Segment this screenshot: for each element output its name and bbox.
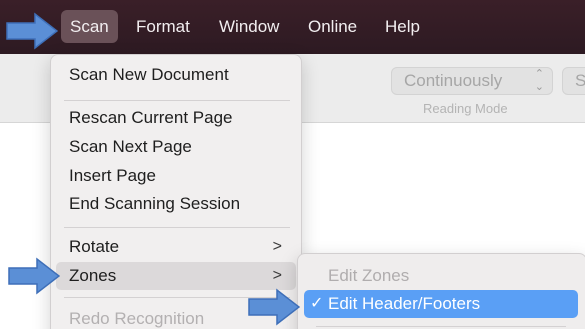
chevron-right-icon: > [272, 267, 282, 284]
menu-window[interactable]: Window [210, 10, 288, 43]
annotation-arrow-icon [8, 257, 60, 295]
menu-item-insert-page[interactable]: Insert Page [56, 162, 296, 190]
menu-item-scan-next-page[interactable]: Scan Next Page [56, 133, 296, 161]
submenu-item-edit-header-footers-label: Edit Header/Footers [328, 294, 481, 313]
menu-separator [316, 326, 566, 327]
checkmark-icon: ✓ [310, 295, 324, 312]
menu-item-rotate[interactable]: Rotate > [56, 233, 296, 261]
menu-scan[interactable]: Scan [61, 10, 118, 43]
menu-item-scan-new-document[interactable]: Scan New Document [56, 61, 296, 89]
annotation-arrow-icon [6, 12, 58, 50]
zones-submenu: Edit Zones ✓ Edit Header/Footers [297, 253, 585, 329]
menu-separator [64, 100, 290, 101]
menu-format[interactable]: Format [127, 10, 199, 43]
submenu-item-edit-zones[interactable]: Edit Zones [304, 262, 578, 290]
reading-mode-caption: Reading Mode [423, 101, 508, 116]
annotation-arrow-icon [248, 288, 300, 326]
chevron-right-icon: > [272, 238, 282, 255]
submenu-item-edit-header-footers[interactable]: ✓ Edit Header/Footers [304, 290, 578, 318]
menu-item-rotate-label: Rotate [69, 237, 120, 256]
menu-online[interactable]: Online [299, 10, 366, 43]
menu-separator [64, 227, 290, 228]
menu-item-zones-label: Zones [69, 266, 117, 285]
toolbar-next-popup-label: S [575, 71, 585, 90]
chevron-updown-icon: ⌃ ⌄ [534, 68, 544, 93]
reading-mode-value: Continuously [404, 71, 503, 90]
reading-mode-popup[interactable]: Continuously ⌃ ⌄ [391, 67, 553, 95]
menu-item-end-scanning-session[interactable]: End Scanning Session [56, 190, 296, 218]
menu-help[interactable]: Help [376, 10, 429, 43]
menu-item-zones[interactable]: Zones > [56, 262, 296, 290]
toolbar-next-popup[interactable]: S [562, 67, 585, 95]
menu-item-rescan-current-page[interactable]: Rescan Current Page [56, 104, 296, 132]
menu-bar: Scan Format Window Online Help [0, 0, 585, 54]
